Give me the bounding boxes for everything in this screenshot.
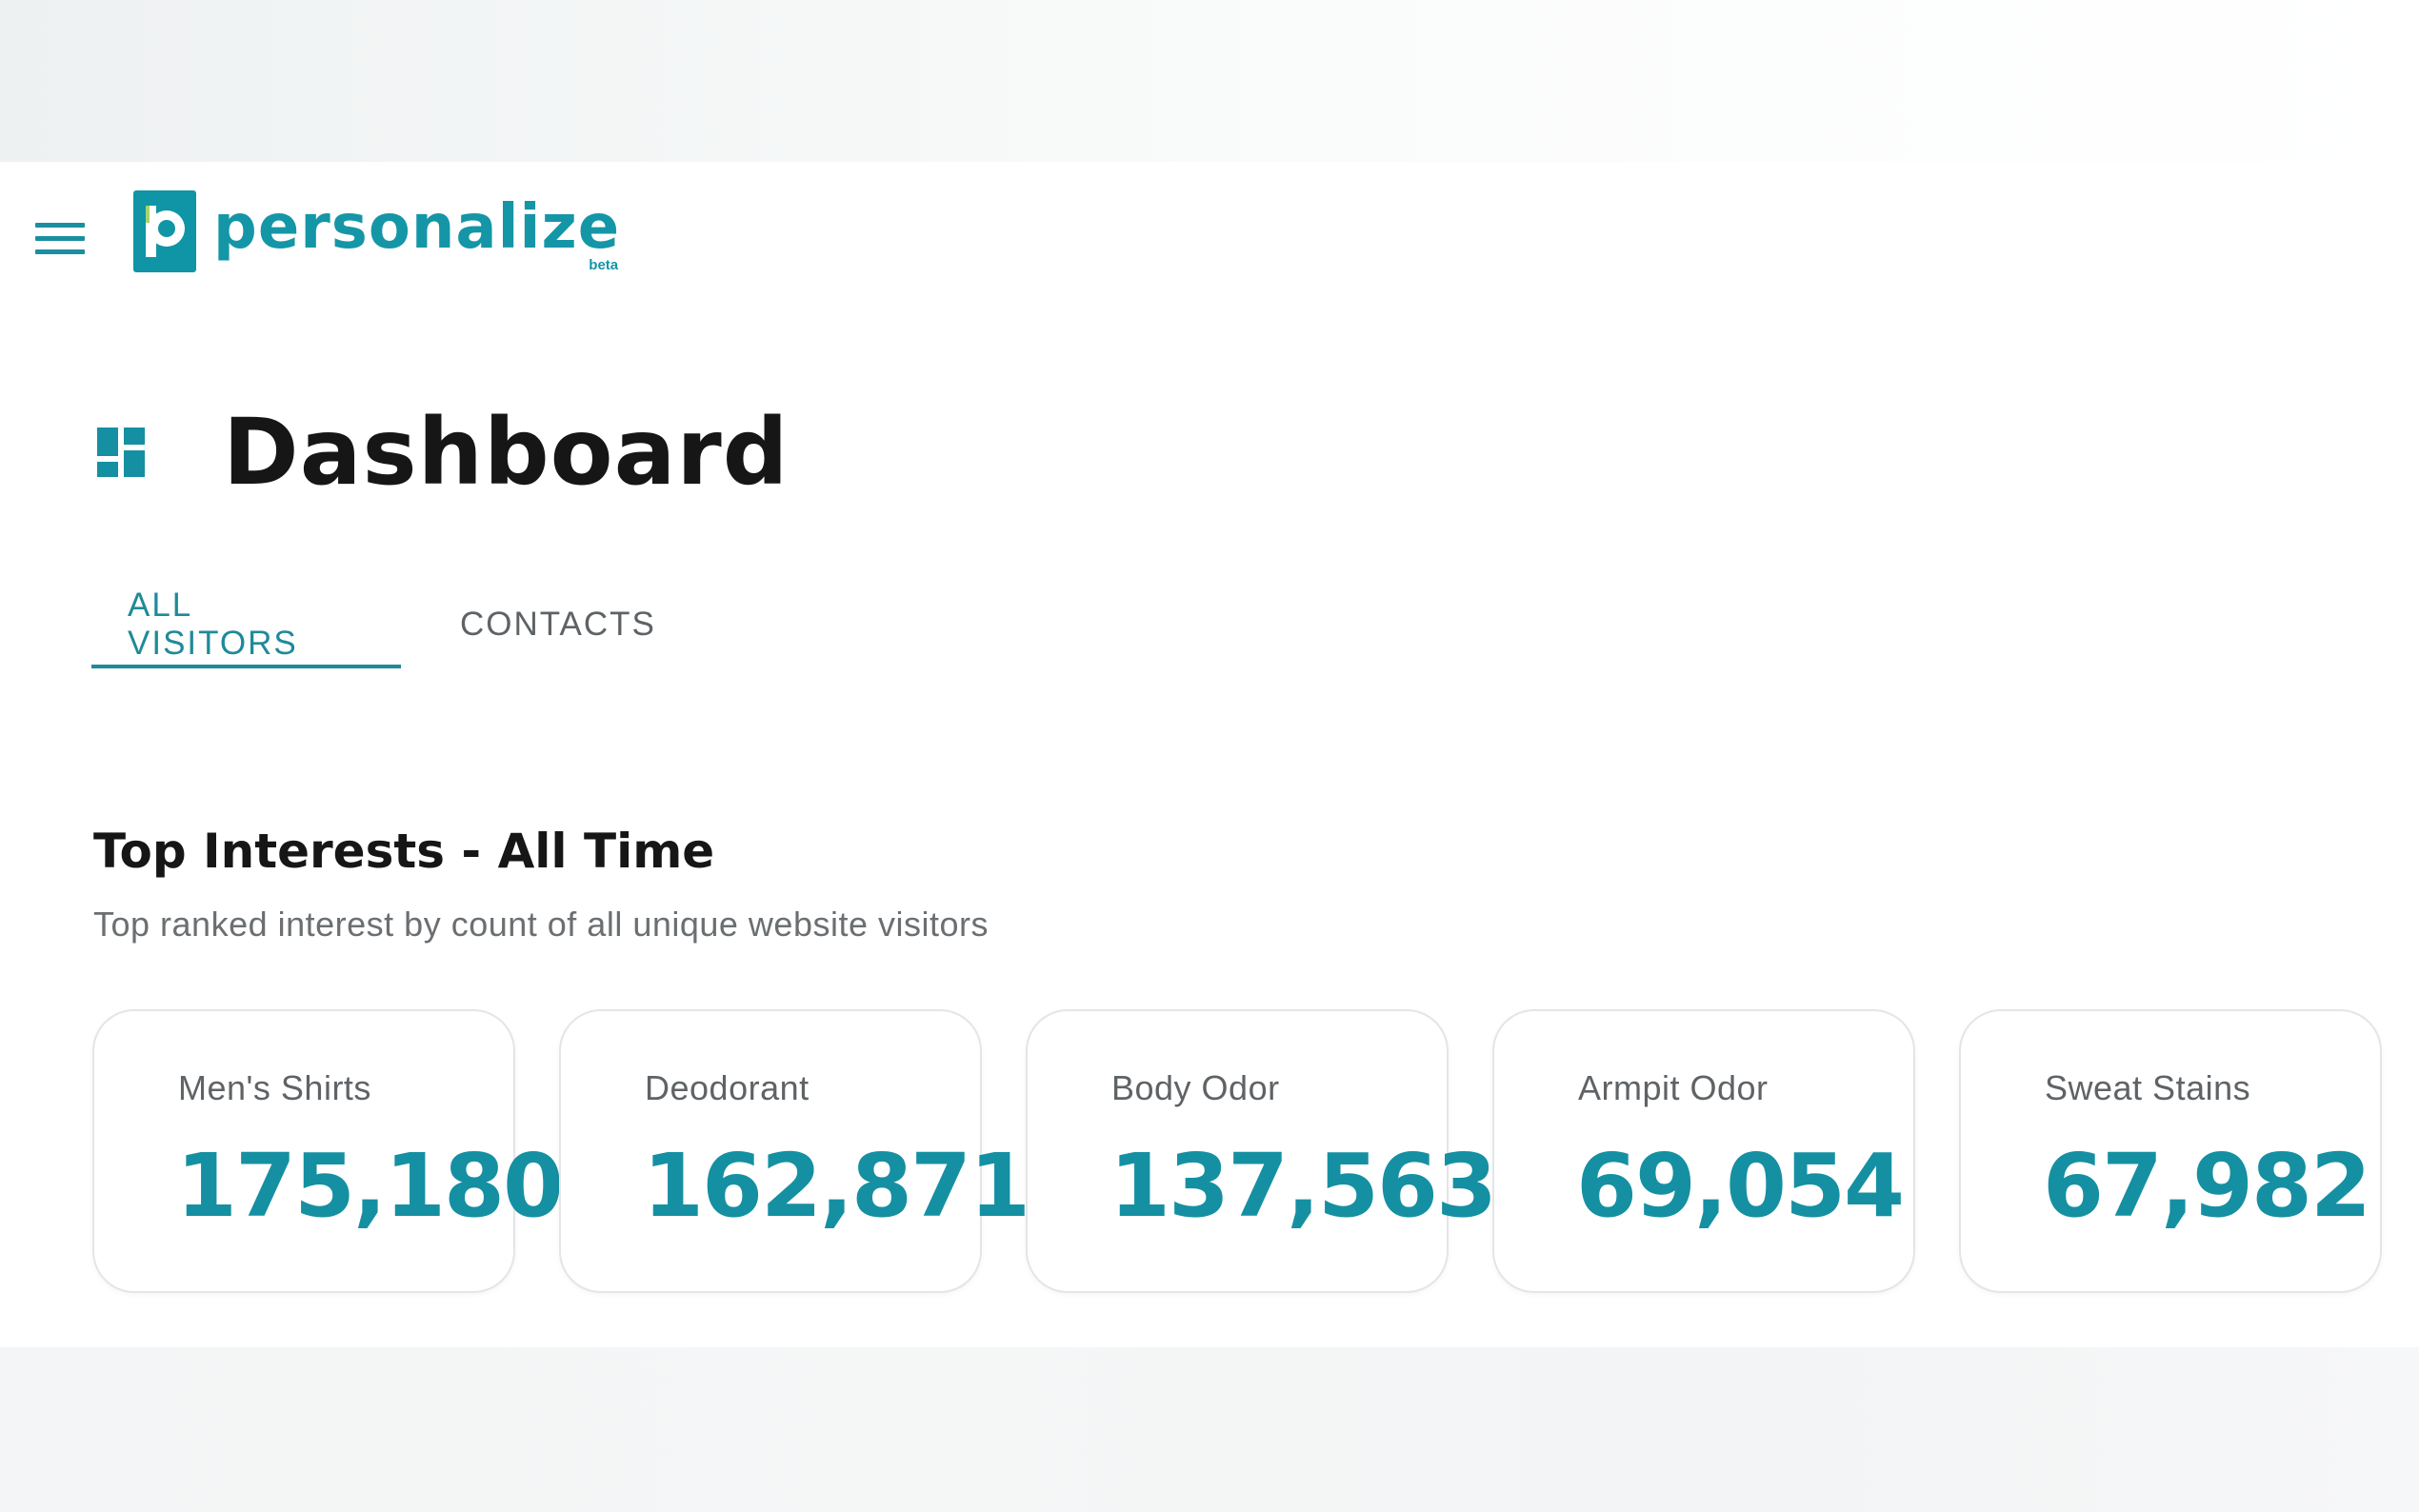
interest-cards: Men's Shirts 175,180 Deodorant 162,871 B…	[92, 1009, 2382, 1293]
hamburger-menu-icon[interactable]	[29, 209, 91, 267]
interest-count: 162,871	[643, 1135, 1030, 1237]
interest-card-armpit-odor[interactable]: Armpit Odor 69,054	[1492, 1009, 1915, 1293]
interest-card-mens-shirts[interactable]: Men's Shirts 175,180	[92, 1009, 564, 1293]
interest-label: Body Odor	[1111, 1068, 1280, 1107]
interest-label: Deodorant	[645, 1068, 810, 1107]
p-logo-icon	[133, 190, 196, 272]
page-title-row: Dashboard	[95, 399, 790, 506]
tab-all-visitors[interactable]: ALL VISITORS	[91, 581, 401, 668]
page-title: Dashboard	[223, 399, 790, 506]
background-top	[0, 0, 2419, 162]
interest-label: Sweat Stains	[2045, 1068, 2251, 1107]
section-subtitle: Top ranked interest by count of all uniq…	[93, 905, 989, 944]
interest-count: 175,180	[176, 1135, 564, 1237]
interest-count: 137,563	[1110, 1135, 1497, 1237]
tab-contacts[interactable]: CONTACTS	[401, 581, 692, 668]
app-window: personalize beta Dashboard ALL VISITORS …	[0, 162, 2419, 1347]
beta-badge: beta	[589, 257, 619, 273]
section-title: Top Interests - All Time	[93, 824, 715, 879]
menu-bar-1	[35, 222, 85, 228]
menu-bar-3	[35, 249, 85, 254]
interest-label: Men's Shirts	[178, 1068, 371, 1107]
menu-bar-2	[35, 235, 85, 241]
dashboard-icon	[97, 428, 145, 477]
interest-card-sweat-stains[interactable]: Sweat Stains 67,982	[1959, 1009, 2382, 1293]
interest-count: 69,054	[1576, 1135, 1905, 1237]
interest-label: Armpit Odor	[1578, 1068, 1769, 1107]
tab-bar: ALL VISITORS CONTACTS	[91, 581, 692, 668]
logo[interactable]: personalize beta	[133, 190, 620, 276]
interest-count: 67,982	[2043, 1135, 2371, 1237]
background-bottom	[0, 1347, 2419, 1512]
interest-card-deodorant[interactable]: Deodorant 162,871	[559, 1009, 1030, 1293]
logo-name: personalize	[213, 192, 621, 263]
interest-card-body-odor[interactable]: Body Odor 137,563	[1026, 1009, 1497, 1293]
logo-text: personalize beta	[213, 192, 621, 273]
